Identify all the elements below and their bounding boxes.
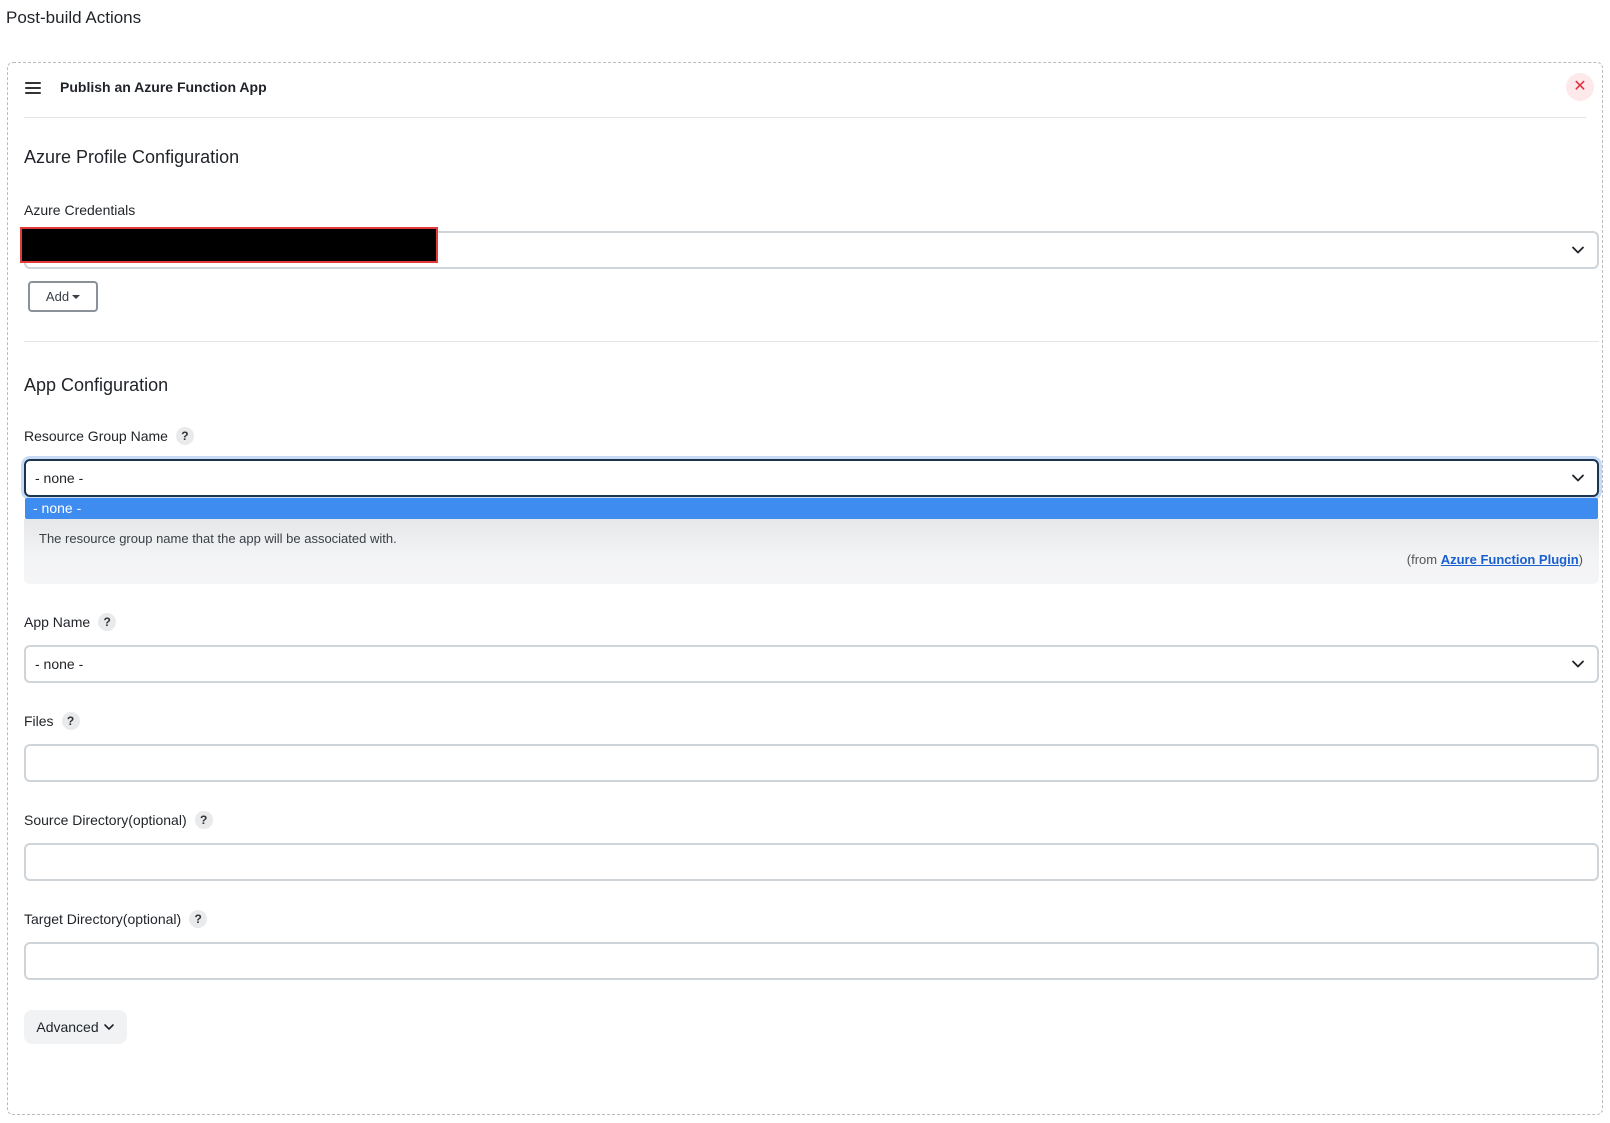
section-divider	[24, 341, 1599, 342]
resource-group-value: - none -	[35, 470, 84, 486]
redacted-credentials	[20, 227, 438, 263]
app-name-label-text: App Name	[24, 614, 91, 630]
help-source-prefix: (from	[1406, 552, 1441, 567]
close-button[interactable]: ✕	[1566, 73, 1594, 101]
azure-profile-heading: Azure Profile Configuration	[24, 147, 240, 167]
dropdown-option-none[interactable]: - none -	[25, 498, 1598, 519]
help-source: (from Azure Function Plugin)	[1407, 552, 1583, 567]
add-button-label: Add	[45, 289, 70, 304]
app-name-label: App Name?	[24, 613, 117, 631]
caret-down-icon	[72, 295, 81, 299]
source-directory-label-text: Source Directory(optional)	[24, 812, 187, 828]
resource-group-help-box: The resource group name that the app wil…	[24, 519, 1599, 584]
resource-group-label: Resource Group Name?	[24, 427, 194, 445]
azure-credentials-label: Azure Credentials	[24, 202, 136, 218]
target-directory-label-text: Target Directory(optional)	[24, 911, 182, 927]
app-name-value: - none -	[35, 656, 84, 672]
drag-handle-icon[interactable]	[25, 82, 41, 96]
resource-group-label-text: Resource Group Name	[24, 428, 168, 444]
files-label: Files?	[24, 712, 80, 730]
section-title: Post-build Actions	[6, 8, 142, 27]
panel-title: Publish an Azure Function App	[60, 79, 267, 95]
source-directory-input[interactable]	[24, 843, 1599, 881]
chevron-down-icon	[103, 1024, 114, 1030]
add-credentials-button[interactable]: Add	[28, 281, 98, 312]
plugin-link[interactable]: Azure Function Plugin	[1441, 552, 1579, 567]
panel-header: Publish an Azure Function App ✕	[24, 63, 1594, 118]
help-icon[interactable]: ?	[61, 712, 80, 730]
help-icon[interactable]: ?	[189, 910, 208, 928]
chevron-down-icon	[1572, 474, 1584, 482]
advanced-label: Advanced	[36, 1019, 99, 1035]
app-config-heading: App Configuration	[24, 375, 169, 395]
page: Post-build Actions Publish an Azure Func…	[0, 0, 1610, 1123]
app-name-select[interactable]: - none -	[24, 645, 1599, 683]
source-directory-label: Source Directory(optional)?	[24, 811, 213, 829]
chevron-down-icon	[1572, 660, 1584, 668]
chevron-down-icon	[1572, 246, 1584, 254]
help-icon[interactable]: ?	[175, 427, 194, 445]
help-icon[interactable]: ?	[98, 613, 117, 631]
help-source-suffix: )	[1578, 552, 1583, 567]
advanced-button[interactable]: Advanced	[24, 1010, 127, 1044]
help-text: The resource group name that the app wil…	[39, 531, 397, 546]
resource-group-select[interactable]: - none -	[24, 459, 1599, 497]
help-icon[interactable]: ?	[194, 811, 213, 829]
files-label-text: Files	[24, 713, 54, 729]
target-directory-input[interactable]	[24, 942, 1599, 980]
files-input[interactable]	[24, 744, 1599, 782]
target-directory-label: Target Directory(optional)?	[24, 910, 208, 928]
